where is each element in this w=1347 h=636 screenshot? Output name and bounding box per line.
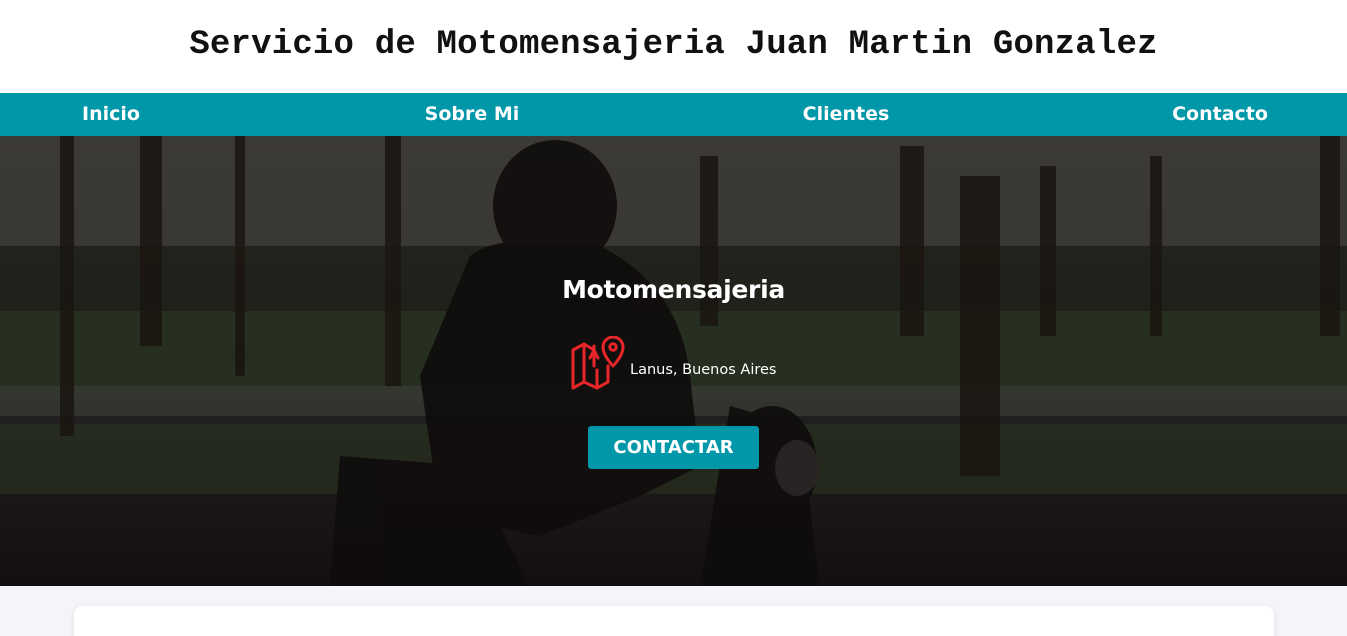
hero-heading: Motomensajeria [562, 275, 785, 304]
nav-item-contacto[interactable]: Contacto [1172, 93, 1268, 136]
site-title: Servicio de Motomensajeria Juan Martin G… [189, 25, 1158, 64]
nav-item-inicio[interactable]: Inicio [82, 93, 140, 136]
hero-section: Motomensajeria Lanus, Buenos Aires CONTA… [0, 136, 1347, 586]
location-text: Lanus, Buenos Aires [630, 362, 777, 378]
nav-item-sobre-mi[interactable]: Sobre Mi [425, 93, 520, 136]
hero-content: Motomensajeria Lanus, Buenos Aires CONTA… [0, 136, 1347, 586]
content-card [74, 606, 1274, 636]
contactar-button[interactable]: CONTACTAR [588, 426, 759, 469]
location: Lanus, Buenos Aires [570, 336, 776, 390]
nav-item-clientes[interactable]: Clientes [803, 93, 890, 136]
main-nav: Inicio Sobre Mi Clientes Contacto [0, 93, 1347, 136]
map-location-icon [571, 336, 625, 390]
site-header: Servicio de Motomensajeria Juan Martin G… [0, 0, 1347, 93]
